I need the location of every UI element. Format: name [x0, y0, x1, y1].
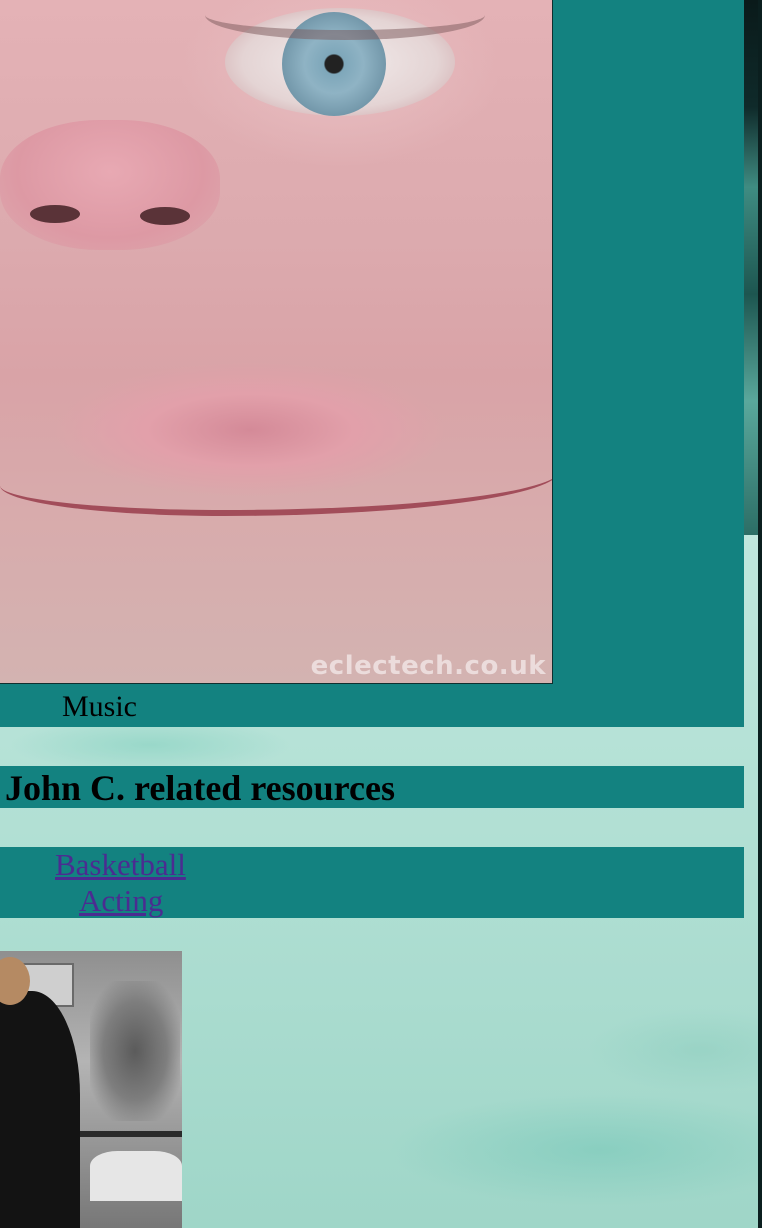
face-nostril-left — [30, 205, 80, 223]
face-mouth — [0, 440, 552, 516]
resources-heading: e John C. related resources — [0, 768, 395, 808]
photo-tree — [90, 981, 180, 1121]
photo-car — [90, 1151, 182, 1201]
basketball-link[interactable]: Basketball — [55, 847, 186, 883]
resources-links-panel: Basketball Acting — [0, 847, 744, 918]
page-edge-divider — [758, 0, 762, 1228]
acting-link[interactable]: Acting — [79, 883, 163, 919]
resources-heading-bar: e John C. related resources — [0, 766, 744, 808]
photo-railing — [80, 1131, 182, 1137]
face-nostril-right — [140, 207, 190, 225]
face-nose — [0, 120, 220, 250]
image-caption: Music — [62, 690, 137, 723]
photo-person-jacket — [0, 991, 80, 1228]
person-photo — [0, 951, 182, 1228]
music-panel: eclectech.co.uk Music — [0, 0, 744, 727]
face-closeup-image: eclectech.co.uk — [0, 0, 553, 684]
image-watermark: eclectech.co.uk — [310, 651, 546, 681]
